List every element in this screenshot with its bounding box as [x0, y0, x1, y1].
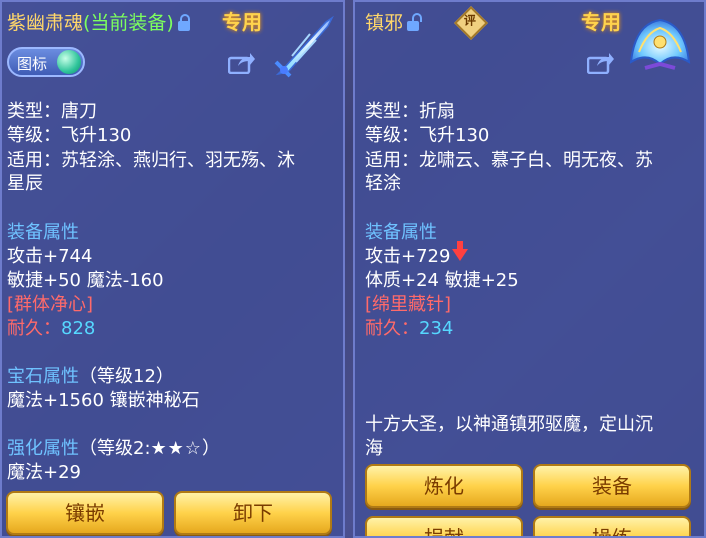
enhance-level: （等级2: [79, 438, 151, 459]
enhance-stars: ★★☆ [150, 438, 202, 459]
item-fit-line1: 适用：苏轻涂、燕归行、羽无殇、沐 [7, 150, 295, 171]
lock-icon[interactable] [177, 14, 190, 31]
item-fit-line1: 适用：龙啸云、慕子白、明无夜、苏 [365, 150, 653, 171]
item-type: 类型：折扇 [365, 101, 455, 122]
gem-attr-header: 宝石属性 [7, 366, 79, 387]
item-level: 等级：飞升130 [7, 125, 132, 146]
item-fit-line2: 星辰 [7, 173, 43, 194]
special-skill: [绵里藏针] [365, 294, 452, 315]
durability-label: 耐久： [7, 318, 61, 339]
share-icon[interactable] [587, 52, 615, 74]
item-level: 等级：飞升130 [365, 125, 490, 146]
enhance-attr: 魔法+29 [7, 462, 81, 483]
fan-weapon-icon[interactable] [625, 12, 695, 82]
item-type: 类型：唐刀 [7, 101, 97, 122]
arrow-down-icon [452, 241, 469, 261]
item-fit-line2: 轻涂 [365, 173, 401, 194]
gem-attr: 魔法+1560 镶嵌神秘石 [7, 390, 200, 411]
durability-label: 耐久： [365, 318, 419, 339]
exclusive-label: 专用 [222, 10, 262, 34]
donate-button[interactable]: 捐献 [365, 516, 523, 536]
attack-row: 攻击+729 [365, 241, 469, 268]
equip-attr-header: 装备属性 [365, 222, 437, 243]
durability-row: 耐久：828 [7, 314, 95, 340]
enhance-attr-row: 强化属性（等级2:★★☆） [7, 434, 220, 460]
icon-toggle-label: 图标 [17, 55, 48, 73]
icon-toggle[interactable]: 图标 [7, 47, 85, 77]
item-title: 紫幽肃魂(当前装备) [7, 8, 190, 35]
drill-button[interactable]: 操练 [533, 516, 691, 536]
equip-button[interactable]: 装备 [533, 464, 691, 508]
constitution-agility-stat: 体质+24 敏捷+25 [365, 270, 519, 291]
current-equipment-panel: 紫幽肃魂(当前装备) 专用 图标 类型：唐刀 等级：飞升130 适用：苏轻涂、燕… [0, 0, 345, 538]
item-name: 紫幽肃魂 [7, 12, 84, 34]
refine-button[interactable]: 炼化 [365, 464, 523, 508]
item-description-line1: 十方大圣，以神通镇邪驱魔，定山沉 [365, 414, 653, 435]
durability-row: 耐久：234 [365, 314, 453, 340]
unequip-button[interactable]: 卸下 [174, 491, 332, 535]
enhance-attr-header: 强化属性 [7, 438, 79, 459]
exclusive-label: 专用 [581, 10, 621, 34]
gem-level: （等级12） [79, 366, 174, 387]
inlay-button[interactable]: 镶嵌 [6, 491, 164, 535]
agility-magic-stat: 敏捷+50 魔法-160 [7, 270, 164, 291]
enhance-level-close: ） [201, 438, 220, 459]
attack-stat: 攻击+744 [7, 246, 93, 267]
compare-equipment-panel: 镇邪 评 专用 类型：折扇 等级：飞升130 适用：龙啸云、慕子白、明无夜、苏 … [353, 0, 706, 538]
unlock-icon[interactable] [407, 13, 423, 31]
toggle-knob-icon [57, 50, 81, 74]
item-name: 镇邪 [365, 12, 404, 34]
attack-stat: 攻击+729 [365, 246, 451, 267]
special-skill: [群体净心] [7, 294, 94, 315]
durability-value: 234 [419, 318, 454, 339]
durability-value: 828 [61, 318, 96, 339]
item-title: 镇邪 [365, 8, 423, 35]
rating-badge-label: 评 [463, 13, 476, 28]
current-equipped-label: (当前装备) [83, 12, 174, 34]
share-icon[interactable] [228, 52, 256, 74]
item-description-line2: 海 [365, 438, 383, 459]
gem-attr-row: 宝石属性（等级12） [7, 362, 174, 388]
rating-badge-icon[interactable]: 评 [454, 6, 488, 40]
equip-attr-header: 装备属性 [7, 222, 79, 243]
blade-weapon-icon[interactable] [270, 12, 340, 82]
